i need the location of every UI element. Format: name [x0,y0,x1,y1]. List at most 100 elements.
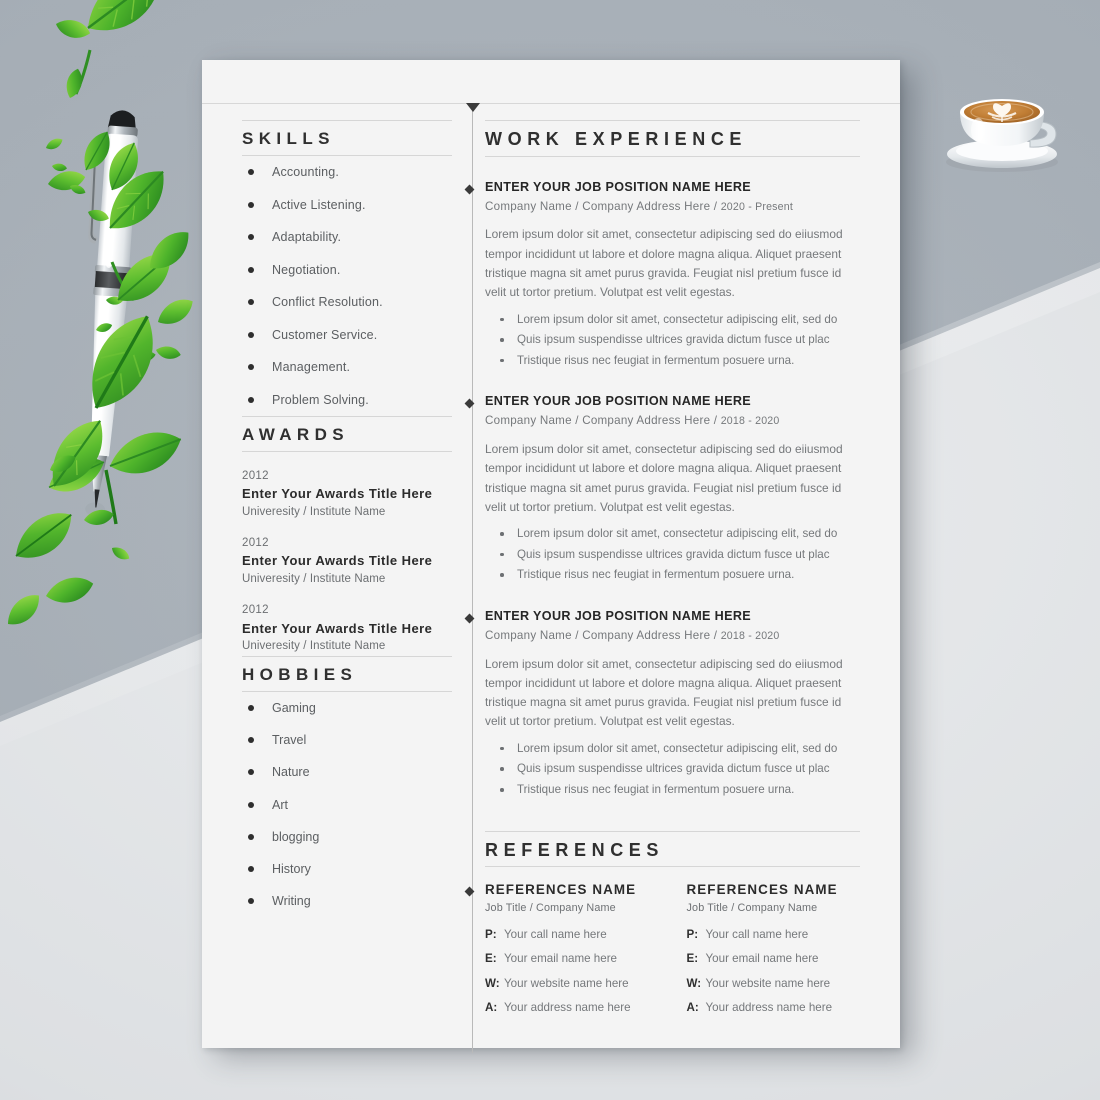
job-title: ENTER YOUR JOB POSITION NAME HERE [485,179,752,194]
reference-website-key: W: [485,976,500,990]
reference-website-value: Your website name here [705,976,831,990]
reference-email-value: Your email name here [504,952,617,966]
job-entry: ENTER YOUR JOB POSITION NAME HERE Company… [464,179,860,372]
job-entry: ENTER YOUR JOB POSITION NAME HERE Company… [464,608,860,801]
meta-separator: / [571,628,583,642]
award-item: 2012 Enter Your Awards Title Here Univeres… [242,602,452,655]
job-dates: 2020 - Present [720,200,794,213]
job-meta: Company Name / Company Address Here / 20… [485,627,860,646]
reference-address-key: A: [686,1001,699,1015]
reference-website-value: Your website name here [504,976,629,990]
hobby-item: Nature [242,756,452,788]
references-heading: REFERENCES [485,830,860,868]
reference-address: A: Your address name here [485,1000,659,1015]
work-experience-section: WORK EXPERIENCE ENTER YOUR JOB POSITION … [464,120,860,801]
hobby-label: Art [272,797,288,812]
coffee-cup-prop-image [946,99,1058,172]
bullet-dot-icon [248,331,254,338]
bullet-dot-icon [248,704,254,711]
awards-heading: AWARDS [242,415,452,452]
awards-list: 2012 Enter Your Awards Title Here Univeres… [242,468,452,656]
job-address: Company Address Here [582,414,711,428]
award-year: 2012 [242,469,269,482]
skill-label: Active Listening. [272,197,366,212]
hobbies-section: HOBBIES Gaming Travel Nature Art blogging His… [242,655,452,918]
job-company: Company Name [485,628,572,642]
bullet-dot-icon [248,833,254,840]
hobby-label: Nature [272,765,310,780]
hobby-item: History [242,853,452,885]
bullet-dot-icon [248,737,254,743]
hobby-label: blogging [272,829,320,844]
bullet-dot-icon [248,234,254,241]
job-bullet: Lorem ipsum dolor sit amet, consectetur … [485,739,860,760]
hobby-label: Gaming [272,700,316,715]
hobby-label: History [272,862,311,877]
skill-label: Negotiation. [272,262,341,277]
skill-label: Conflict Resolution. [272,295,383,310]
reference-phone: P: Your call name here [687,927,861,942]
bullet-dot-icon [248,396,254,403]
page-top-rule [202,103,900,104]
job-company: Company Name [485,414,572,428]
award-institute: Univeresity / Institute Name [242,505,386,518]
job-address: Company Address Here [582,628,711,642]
hobbies-heading-text: HOBBIES [242,664,358,684]
work-experience-heading: WORK EXPERIENCE [485,120,860,157]
job-bullet: Tristique risus nec feugiat in fermentum… [485,565,860,586]
job-company: Company Name [485,199,572,213]
job-description: Lorem ipsum dolor sit amet, consectetur … [485,227,843,300]
references-heading-text: REFERENCES [485,839,665,860]
job-title: ENTER YOUR JOB POSITION NAME HERE [485,608,752,623]
reference-name: REFERENCES NAME [686,882,838,898]
reference-phone-key: P: [485,927,497,941]
hobby-item: Art [242,788,452,820]
job-bullet-list: Lorem ipsum dolor sit amet, consectetur … [485,310,860,372]
bullet-dot-icon [248,364,254,371]
skill-item: Conflict Resolution. [242,286,452,319]
meta-separator: / [571,199,583,213]
bullet-dot-icon [248,169,254,176]
reference-address: A: Your address name here [687,1000,861,1015]
reference-phone-key: P: [686,927,699,941]
skill-label: Management. [272,360,351,375]
references-list: REFERENCES NAME Job Title / Company Name P… [464,881,861,1015]
job-bullet: Quis ipsum suspendisse ultrices gravida … [485,545,860,566]
hobby-item: Travel [242,724,452,756]
skills-list: Accounting. Active Listening. Adaptability… [242,156,452,416]
awards-heading-text: AWARDS [242,424,350,444]
divider-arrow-icon [466,103,480,112]
reference-phone-value: Your call name here [705,927,809,941]
skill-item: Active Listening. [242,188,452,221]
award-title: Enter Your Awards Title Here [242,485,433,501]
hobbies-heading: HOBBIES [242,655,452,692]
job-meta: Company Name / Company Address Here / 20… [485,198,860,217]
reference-address-value: Your address name here [504,1001,631,1015]
bullet-dot-icon [248,266,254,273]
award-institute: Univeresity / Institute Name [242,573,386,586]
main-column: WORK EXPERIENCE ENTER YOUR JOB POSITION … [464,120,861,1016]
award-institute: Univeresity / Institute Name [242,640,386,653]
job-address: Company Address Here [582,199,711,213]
job-description: Lorem ipsum dolor sit amet, consectetur … [485,656,843,729]
skill-label: Problem Solving. [272,392,369,407]
reference-email: E: Your email name here [485,951,659,966]
meta-separator: / [710,414,721,428]
job-bullet: Tristique risus nec feugiat in fermentum… [485,351,860,372]
hobbies-list: Gaming Travel Nature Art blogging History Writ… [242,692,452,918]
skill-item: Negotiation. [242,253,452,286]
job-entry: ENTER YOUR JOB POSITION NAME HERE Company… [464,393,860,586]
job-title: ENTER YOUR JOB POSITION NAME HERE [485,394,752,409]
skills-section: SKILLS Accounting. Active Listening. Adapt… [242,120,452,416]
bullet-dot-icon [248,866,254,873]
meta-separator: / [710,199,721,213]
job-bullet-list: Lorem ipsum dolor sit amet, consectetur … [485,524,860,586]
award-item: 2012 Enter Your Awards Title Here Univeres… [242,535,452,588]
reference-website-key: W: [686,976,702,990]
job-bullet: Quis ipsum suspendisse ultrices gravida … [485,330,860,351]
meta-separator: / [571,414,583,428]
skills-heading-text: SKILLS [242,129,335,148]
reference-role: Job Title / Company Name [686,901,818,914]
references-section: REFERENCES REFERENCES NAME Job Title / Co… [464,830,861,1016]
leaves-decoration-image [1,0,198,632]
